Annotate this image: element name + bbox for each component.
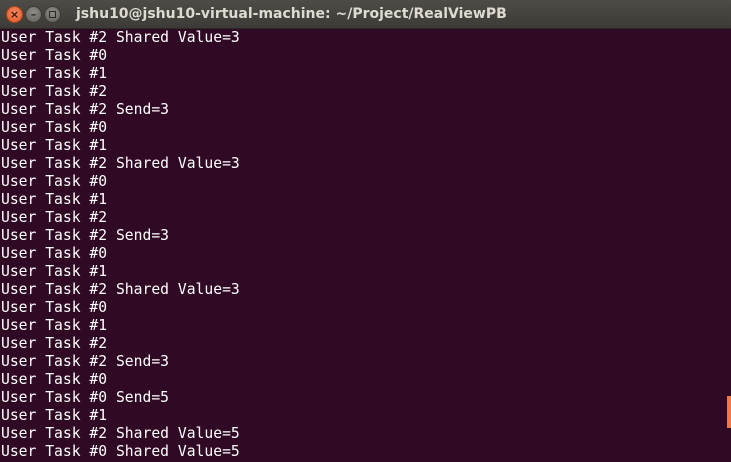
- terminal-line: User Task #2 Send=3: [1, 227, 170, 244]
- terminal-line: User Task #0: [1, 119, 108, 136]
- terminal-line: User Task #1: [1, 191, 108, 208]
- maximize-square-glyph: [49, 11, 56, 18]
- terminal-line: User Task #2 Send=3: [1, 353, 170, 370]
- scrollbar-indicator[interactable]: [727, 396, 731, 428]
- terminal-line: User Task #0: [1, 245, 108, 262]
- terminal-line: User Task #1: [1, 407, 108, 424]
- terminal-output[interactable]: User Task #2 Shared Value=3 User Task #0 U…: [0, 29, 731, 462]
- terminal-line: User Task #1: [1, 263, 108, 280]
- minimize-icon[interactable]: –: [25, 6, 42, 23]
- terminal-line: User Task #2: [1, 83, 108, 100]
- title-bar[interactable]: × – jshu10@jshu10-virtual-machine: ~/Pro…: [0, 0, 731, 29]
- terminal-line: User Task #0: [1, 371, 108, 388]
- terminal-line: User Task #0: [1, 47, 108, 64]
- terminal-line: User Task #0 Send=5: [1, 389, 170, 406]
- terminal-line: User Task #2 Shared Value=3: [1, 29, 240, 46]
- terminal-line: User Task #1: [1, 317, 108, 334]
- terminal-line: User Task #1: [1, 65, 108, 82]
- terminal-line: User Task #2 Send=3: [1, 101, 170, 118]
- terminal-line: User Task #1: [1, 137, 108, 154]
- terminal-line: User Task #2: [1, 209, 108, 226]
- terminal-line: User Task #0: [1, 299, 108, 316]
- terminal-line: User Task #2: [1, 335, 108, 352]
- terminal-line: User Task #2 Shared Value=3: [1, 155, 240, 172]
- terminal-line: User Task #0 Shared Value=5: [1, 443, 240, 460]
- close-icon[interactable]: ×: [6, 6, 23, 23]
- window-title: jshu10@jshu10-virtual-machine: ~/Project…: [76, 6, 507, 22]
- terminal-window: × – jshu10@jshu10-virtual-machine: ~/Pro…: [0, 0, 731, 462]
- terminal-line: User Task #0: [1, 173, 108, 190]
- terminal-line: User Task #2 Shared Value=3: [1, 281, 240, 298]
- terminal-line: User Task #2 Shared Value=5: [1, 425, 240, 442]
- maximize-icon[interactable]: [44, 6, 61, 23]
